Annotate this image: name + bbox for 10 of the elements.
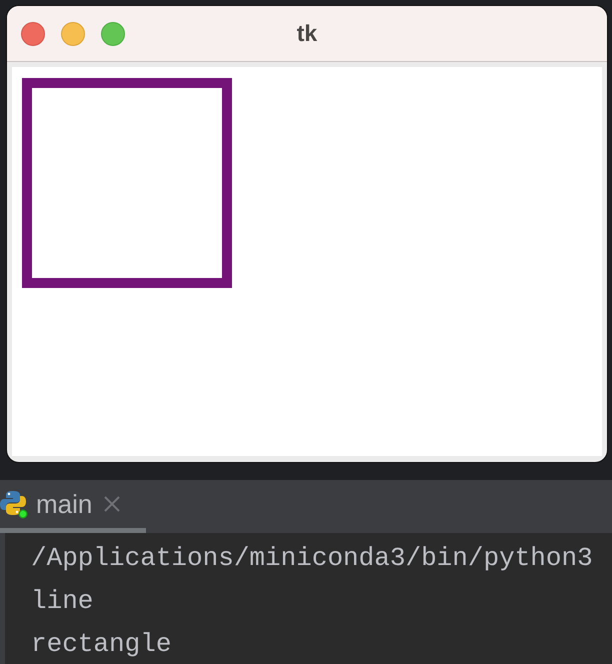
python-icon — [0, 489, 28, 519]
console-line: rectangle — [31, 628, 172, 661]
minimize-button[interactable] — [61, 22, 85, 46]
close-button[interactable] — [21, 22, 45, 46]
window-title: tk — [296, 22, 318, 45]
console-line: /Applications/miniconda3/bin/python3 — [31, 542, 593, 575]
zoom-button[interactable] — [101, 22, 125, 46]
tab-label: main — [36, 491, 92, 517]
close-icon[interactable] — [104, 496, 120, 512]
console-line: line — [31, 585, 94, 618]
